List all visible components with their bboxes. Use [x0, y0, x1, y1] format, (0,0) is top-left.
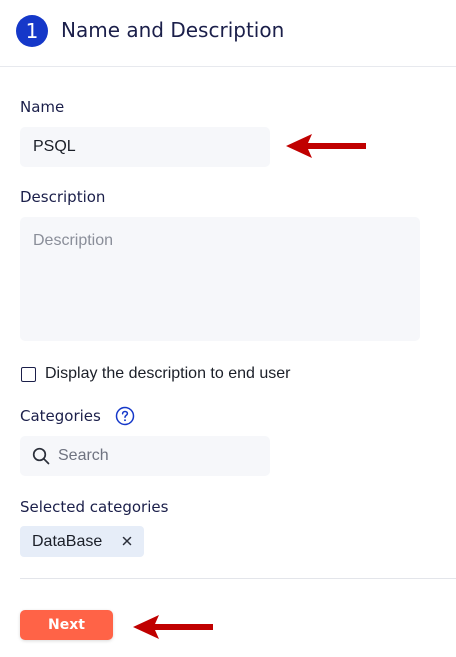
search-placeholder: Search — [58, 447, 109, 464]
arrow-left-icon — [286, 134, 366, 158]
form-page: 1 Name and Description Name PSQL Descrip… — [0, 0, 456, 657]
description-label: Description — [20, 188, 106, 206]
description-textarea[interactable]: Description — [20, 217, 420, 341]
selected-categories-label: Selected categories — [20, 498, 169, 516]
section-header: 1 Name and Description — [0, 0, 456, 67]
help-circle-icon[interactable] — [115, 406, 135, 426]
section-title: Name and Description — [61, 18, 285, 42]
categories-label: Categories — [20, 407, 101, 425]
category-search-input[interactable]: Search — [20, 436, 270, 476]
search-icon — [32, 447, 50, 465]
arrow-left-icon — [133, 615, 213, 639]
divider — [20, 578, 456, 579]
name-input[interactable]: PSQL — [20, 127, 270, 167]
step-number-badge: 1 — [16, 15, 48, 47]
close-icon[interactable] — [121, 535, 133, 547]
name-label: Name — [20, 98, 65, 116]
display-description-checkbox[interactable] — [21, 367, 36, 382]
category-chip: DataBase — [20, 526, 144, 557]
category-chip-label: DataBase — [32, 533, 103, 550]
display-description-label: Display the description to end user — [45, 365, 291, 382]
next-button[interactable]: Next — [20, 610, 113, 640]
